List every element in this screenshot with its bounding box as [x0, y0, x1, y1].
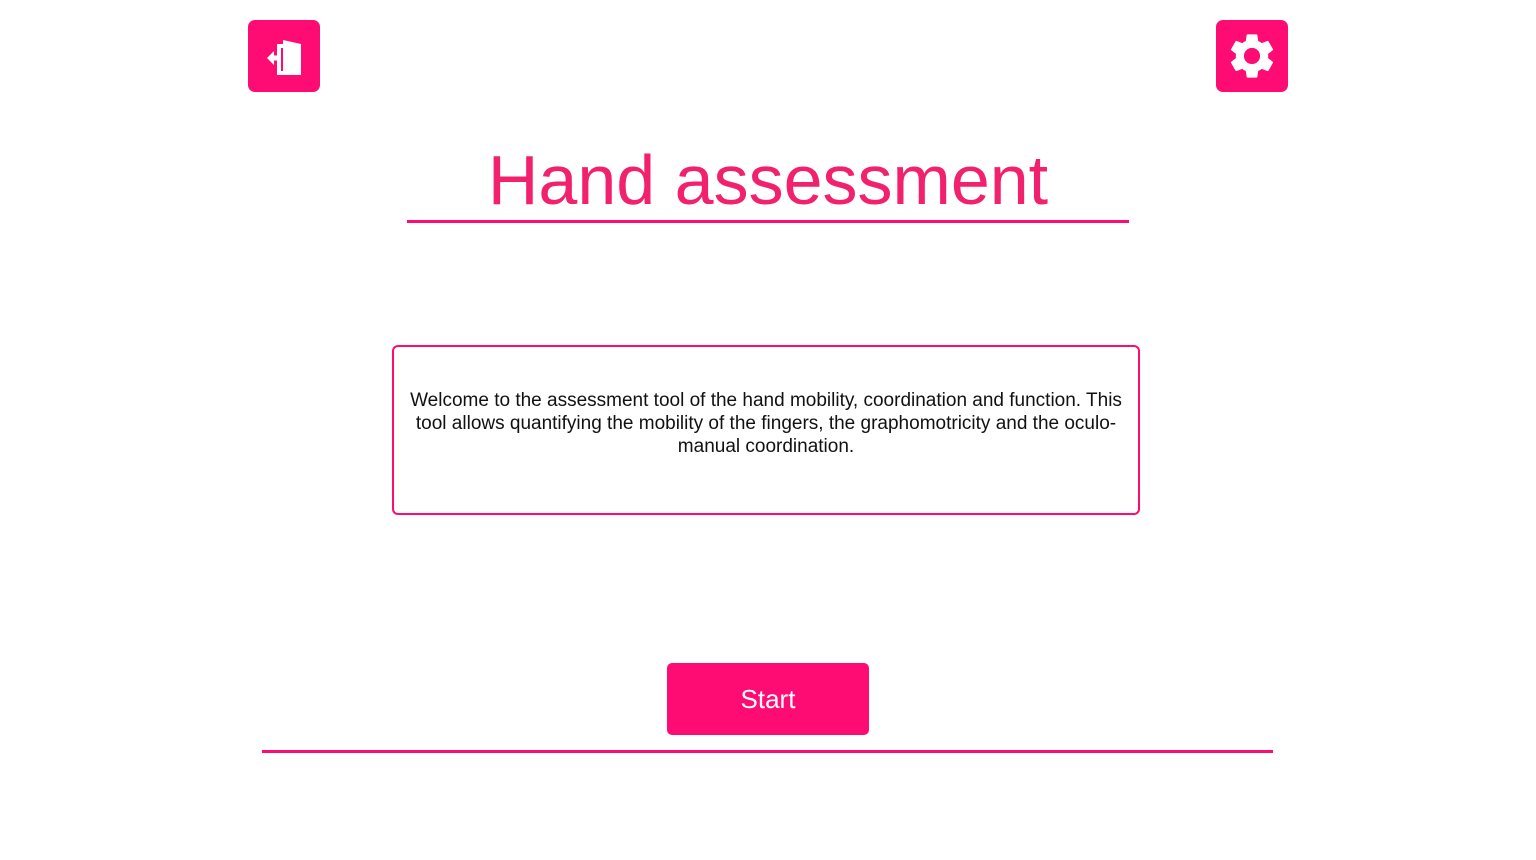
settings-button[interactable] [1216, 20, 1288, 92]
title-underline [407, 220, 1129, 223]
welcome-text: Welcome to the assessment tool of the ha… [410, 389, 1122, 457]
exit-button[interactable] [248, 20, 320, 92]
assessment-welcome-screen: Hand assessment Welcome to the assessmen… [0, 0, 1536, 860]
exit-door-icon [267, 40, 301, 75]
gear-icon [1230, 34, 1274, 78]
page-title: Hand assessment [487, 141, 1049, 219]
bottom-divider [262, 750, 1273, 753]
start-button[interactable]: Start [667, 663, 869, 735]
welcome-panel: Welcome to the assessment tool of the ha… [392, 345, 1140, 515]
